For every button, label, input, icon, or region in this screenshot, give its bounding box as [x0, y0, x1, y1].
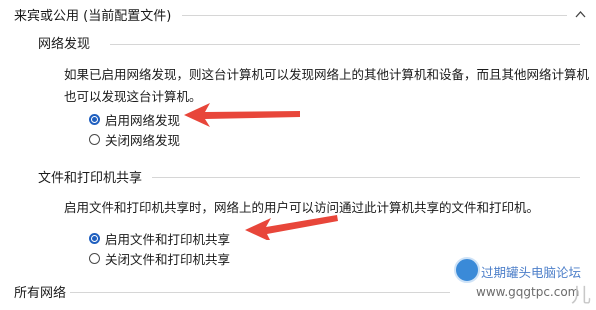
radio-label: 关闭文件和打印机共享: [105, 252, 231, 267]
radio-unselected-icon[interactable]: [89, 253, 100, 264]
radio-selected-icon[interactable]: [89, 114, 100, 125]
watermark-url: www.gqgtpc.com: [476, 285, 580, 299]
file-printer-sharing-title: 文件和打印机共享: [38, 171, 143, 186]
section-header-divider: [182, 15, 567, 16]
red-arrow-annotation: [245, 215, 338, 240]
radio-disable-network-discovery[interactable]: 关闭网络发现: [89, 130, 180, 149]
radio-unselected-icon[interactable]: [89, 134, 100, 145]
all-networks-divider: [70, 292, 450, 293]
watermark-logo-icon: [454, 257, 480, 283]
watermark-char: 儿: [571, 283, 591, 307]
red-arrow-annotation: [184, 103, 300, 127]
chevron-up-icon[interactable]: [575, 10, 586, 18]
radio-enable-file-printer-sharing[interactable]: 启用文件和打印机共享: [89, 229, 230, 248]
section-header-guest-public[interactable]: 来宾或公用 (当前配置文件): [14, 5, 171, 24]
network-discovery-description: 如果已启用网络发现，则这台计算机可以发现网络上的其他计算机和设备，而且其他网络计…: [64, 67, 590, 104]
radio-disable-file-printer-sharing[interactable]: 关闭文件和打印机共享: [89, 249, 230, 268]
radio-selected-icon[interactable]: [89, 233, 100, 244]
network-discovery-divider: [110, 44, 580, 45]
section-header-all-networks[interactable]: 所有网络: [14, 282, 66, 301]
network-discovery-title: 网络发现: [38, 37, 91, 52]
file-printer-sharing-divider: [152, 177, 580, 178]
radio-label: 关闭网络发现: [105, 133, 181, 148]
radio-label: 启用文件和打印机共享: [105, 232, 231, 247]
radio-label: 启用网络发现: [105, 113, 181, 128]
watermark-site-name: 过期罐头电脑论坛: [481, 265, 582, 280]
radio-enable-network-discovery[interactable]: 启用网络发现: [89, 110, 180, 129]
